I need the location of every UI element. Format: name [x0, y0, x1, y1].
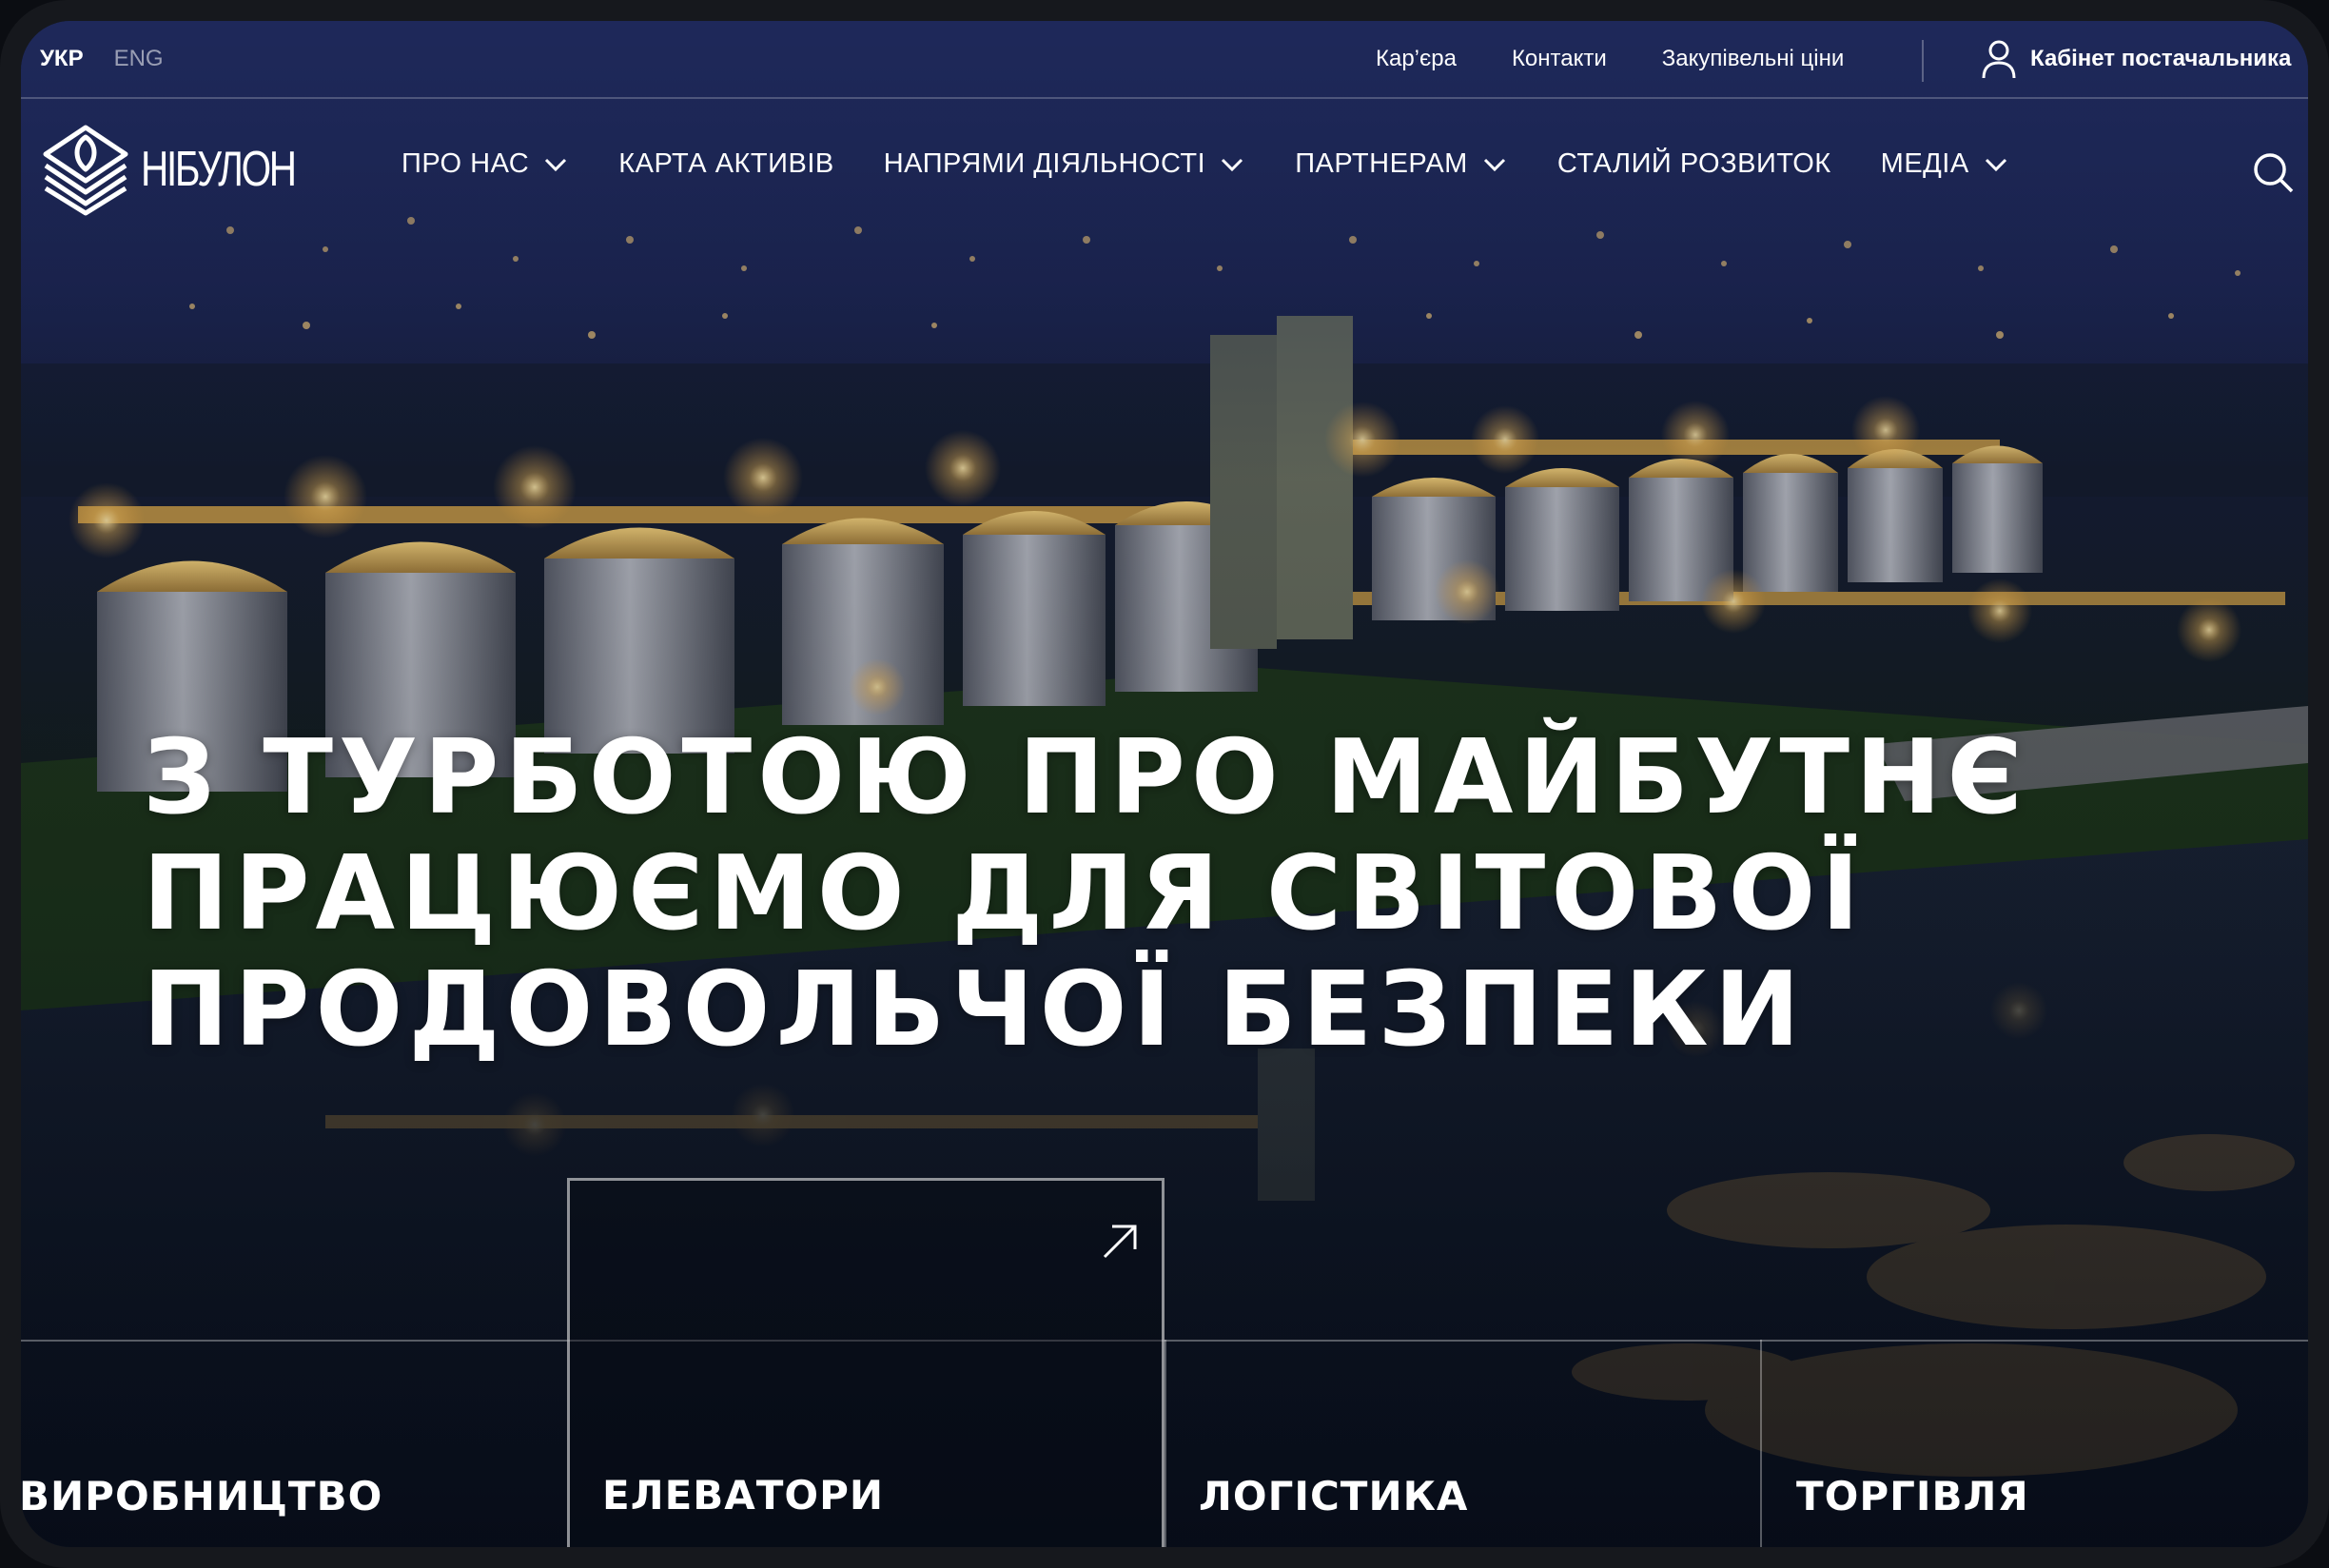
- nav-item-about[interactable]: ПРО НАС: [401, 148, 569, 180]
- logo-wordmark: НІБУЛОН: [141, 142, 297, 197]
- chevron-down-icon: [545, 158, 567, 171]
- hero-line-3: ПРОДОВОЛЬЧОЇ БЕЗПЕКИ: [143, 951, 1807, 1069]
- nibulon-logo-icon: [43, 125, 128, 216]
- language-switcher: УКР ENG: [40, 46, 164, 72]
- hero-headline: З ТУРБОТОЮ ПРО МАЙБУТНЄ ПРАЦЮЄМО ДЛЯ СВІ…: [143, 720, 2045, 1068]
- card-logistics-label: ЛОГІСТИКА: [1199, 1473, 1469, 1519]
- utility-bar: УКР ENG Кар’єра Контакти Закупівельні ці…: [21, 21, 2308, 99]
- card-trading-label: ТОРГІВЛЯ: [1796, 1473, 2029, 1519]
- purchase-prices-link[interactable]: Закупівельні ціни: [1662, 46, 1844, 72]
- utility-divider: [1922, 40, 1924, 82]
- card-production-label: ВИРОБНИЦТВО: [21, 1473, 383, 1519]
- card-production[interactable]: ВИРОБНИЦТВО: [21, 1340, 567, 1547]
- user-icon: [1982, 40, 2016, 79]
- utility-links: Кар’єра Контакти Закупівельні ціни: [1376, 46, 1899, 72]
- nav-item-partners[interactable]: ПАРТНЕРАМ: [1295, 148, 1508, 180]
- nav-item-label: КАРТА АКТИВІВ: [618, 148, 834, 179]
- supplier-cabinet-label: Кабінет постачальника: [2030, 46, 2292, 71]
- chevron-down-icon: [1483, 158, 1505, 171]
- nav-item-media[interactable]: МЕДІА: [1881, 148, 2009, 180]
- card-elevators[interactable]: ЕЛЕВАТОРИ: [567, 1178, 1164, 1547]
- arrow-up-right-icon: [1103, 1225, 1137, 1259]
- browser-viewport: УКР ENG Кар’єра Контакти Закупівельні ці…: [21, 21, 2308, 1547]
- device-frame: УКР ENG Кар’єра Контакти Закупівельні ці…: [0, 0, 2329, 1568]
- contacts-link[interactable]: Контакти: [1512, 46, 1607, 72]
- nav-item-sustainability[interactable]: СТАЛИЙ РОЗВИТОК: [1557, 148, 1831, 180]
- nav-item-label: ПАРТНЕРАМ: [1295, 148, 1468, 179]
- nav-item-label: СТАЛИЙ РОЗВИТОК: [1556, 148, 1831, 179]
- hero-line-2: ПРАЦЮЄМО ДЛЯ СВІТОВОЇ: [143, 834, 1866, 953]
- nav-item-label: ПРО НАС: [401, 148, 530, 179]
- supplier-cabinet-link[interactable]: Кабінет постачальника: [1981, 38, 2291, 80]
- career-link[interactable]: Кар’єра: [1376, 46, 1457, 72]
- chevron-down-icon: [1985, 158, 2006, 171]
- card-trading[interactable]: ТОРГІВЛЯ: [1760, 1340, 2308, 1547]
- chevron-down-icon: [1222, 158, 1243, 171]
- nav-item-label: НАПРЯМИ ДІЯЛЬНОСТІ: [883, 148, 1206, 179]
- nav-item-activities[interactable]: НАПРЯМИ ДІЯЛЬНОСТІ: [884, 148, 1245, 180]
- lang-eng-link[interactable]: ENG: [114, 46, 164, 72]
- card-logistics[interactable]: ЛОГІСТИКА: [1164, 1340, 1760, 1547]
- nav-item-label: МЕДІА: [1880, 148, 1969, 179]
- card-elevators-label: ЕЛЕВАТОРИ: [602, 1472, 885, 1519]
- main-nav: ПРО НАС КАРТА АКТИВІВ НАПРЯМИ ДІЯЛЬНОСТІ…: [401, 148, 2059, 180]
- site-logo[interactable]: НІБУЛОН: [38, 122, 338, 217]
- search-icon[interactable]: [2251, 150, 2295, 194]
- lang-ukr-link[interactable]: УКР: [40, 46, 84, 72]
- nav-item-assets-map[interactable]: КАРТА АКТИВІВ: [618, 148, 833, 180]
- hero-line-1: З ТУРБОТОЮ ПРО МАЙБУТНЄ: [143, 718, 2028, 837]
